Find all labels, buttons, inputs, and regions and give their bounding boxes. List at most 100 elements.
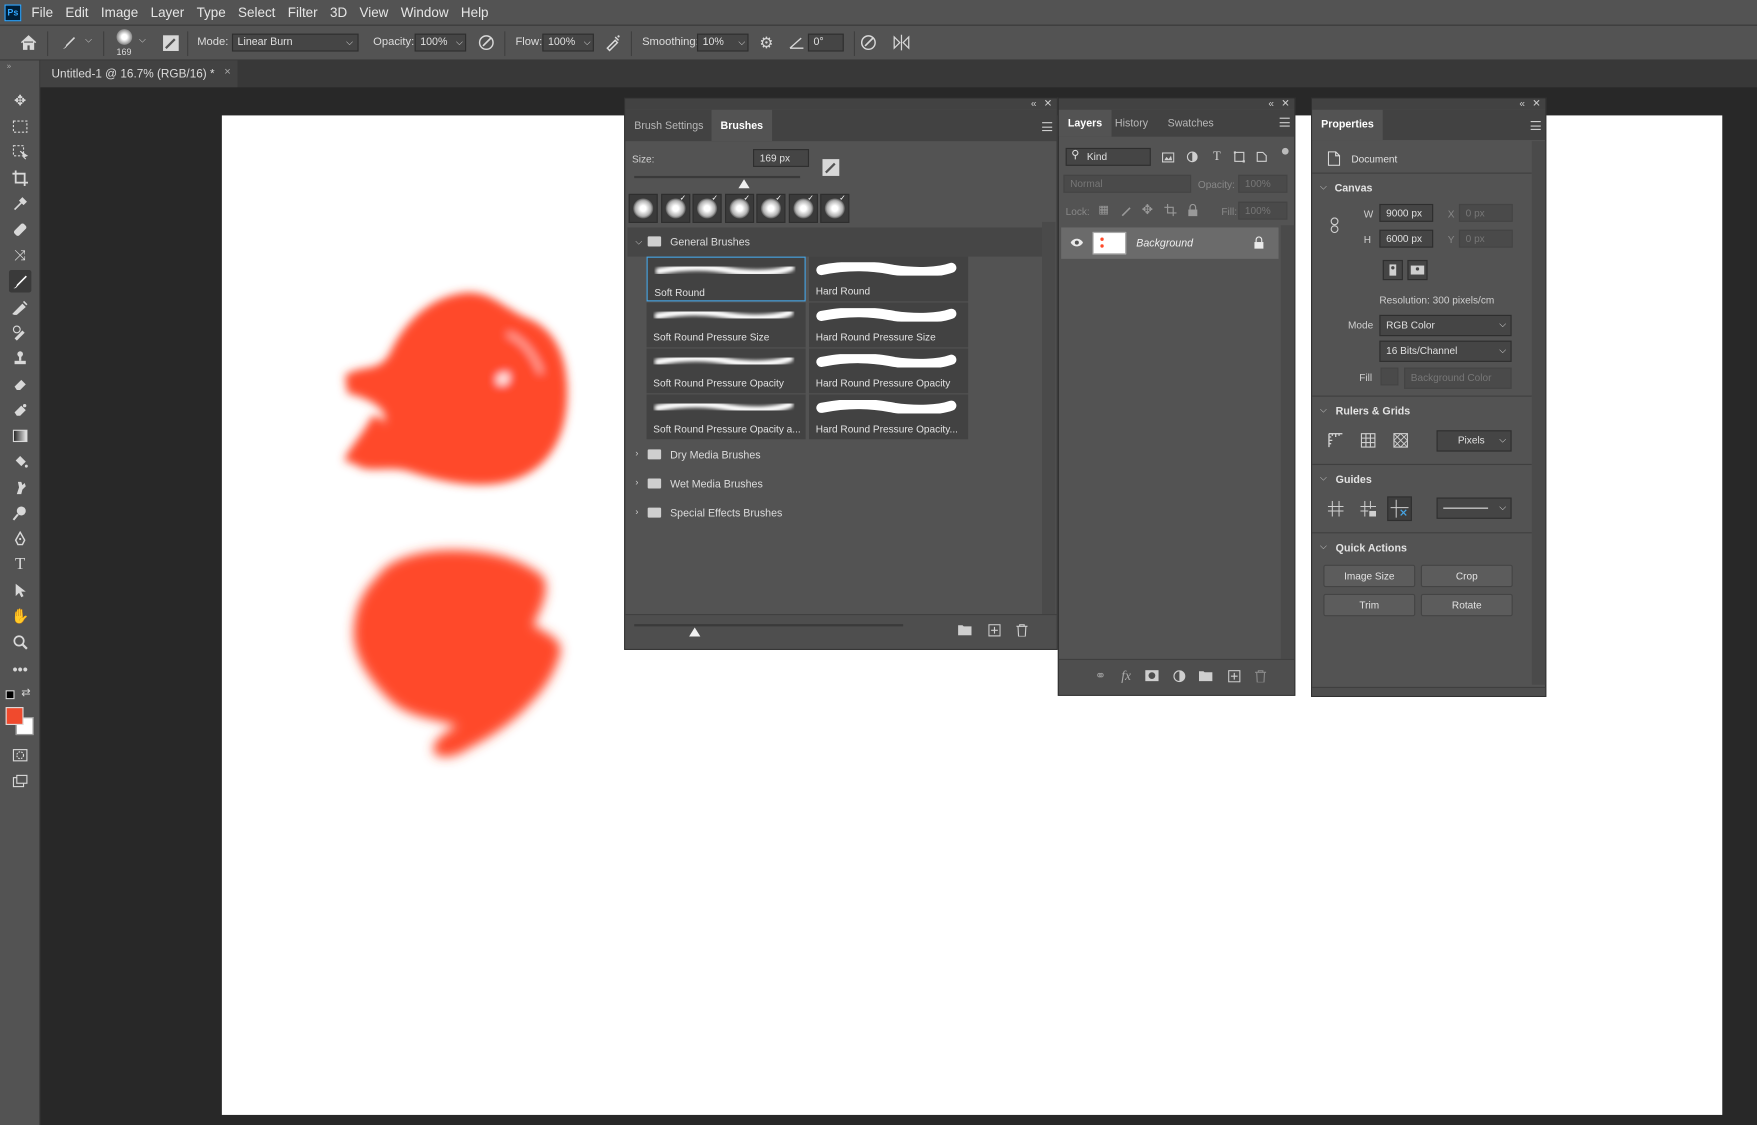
- move-tool-icon[interactable]: ✥: [9, 90, 31, 112]
- new-group-icon[interactable]: [955, 620, 975, 640]
- filter-adjustment-icon[interactable]: [1182, 147, 1202, 167]
- close-icon[interactable]: ✕: [1281, 97, 1289, 109]
- recent-brush-preset[interactable]: ✓: [756, 193, 786, 223]
- brush-group-dry-media[interactable]: › Dry Media Brushes: [628, 441, 1040, 469]
- collapse-panel-icon[interactable]: «: [1031, 97, 1037, 108]
- chevron-down-icon[interactable]: ⌵: [1320, 182, 1327, 193]
- collapse-panel-icon[interactable]: «: [1268, 97, 1274, 108]
- gradient-tool-icon[interactable]: [9, 425, 31, 447]
- eraser-tool-icon[interactable]: [9, 373, 31, 395]
- brush-preset-item[interactable]: Soft Round Pressure Opacity a...: [646, 394, 806, 440]
- tab-brushes[interactable]: Brushes: [711, 109, 773, 142]
- layer-fill-input[interactable]: 100%: [1238, 201, 1288, 220]
- recent-brush-preset[interactable]: [628, 193, 658, 223]
- smudge-tool-icon[interactable]: [9, 476, 31, 498]
- portrait-orientation-icon[interactable]: [1382, 259, 1403, 281]
- menu-image[interactable]: Image: [101, 4, 138, 20]
- size-slider-handle[interactable]: [738, 179, 750, 189]
- trim-button[interactable]: Trim: [1323, 593, 1416, 617]
- menu-edit[interactable]: Edit: [65, 4, 88, 20]
- chevron-down-icon[interactable]: ⌵: [85, 35, 92, 46]
- menu-select[interactable]: Select: [238, 4, 275, 20]
- pressure-size-icon[interactable]: [858, 32, 878, 52]
- filter-toggle-icon[interactable]: [1281, 147, 1289, 155]
- chevron-down-icon[interactable]: ⌵: [1320, 473, 1327, 484]
- rotate-button[interactable]: Rotate: [1420, 593, 1513, 617]
- filter-smart-object-icon[interactable]: [1252, 147, 1272, 167]
- eyedropper-tool-icon[interactable]: [9, 193, 31, 215]
- fill-color-swatch[interactable]: [1380, 367, 1399, 386]
- menu-layer[interactable]: Layer: [151, 4, 185, 20]
- height-input[interactable]: 6000 px: [1379, 229, 1434, 248]
- guides-icon[interactable]: [1326, 499, 1346, 519]
- panel-menu-icon[interactable]: [1279, 117, 1290, 127]
- preview-size-handle[interactable]: [689, 627, 701, 637]
- menu-view[interactable]: View: [359, 4, 388, 20]
- dodge-tool-icon[interactable]: [9, 502, 31, 524]
- fx-icon[interactable]: fx: [1116, 666, 1136, 686]
- foreground-color-swatch[interactable]: [5, 707, 24, 725]
- close-icon[interactable]: ✕: [1532, 97, 1540, 109]
- blend-mode-select[interactable]: Normal: [1063, 174, 1192, 193]
- healing-brush-tool-icon[interactable]: [9, 219, 31, 241]
- ruler-icon[interactable]: [1326, 430, 1346, 450]
- lock-pixels-icon[interactable]: [1116, 199, 1136, 219]
- symmetry-icon[interactable]: [891, 32, 911, 52]
- brush-group-general[interactable]: ⌵ General Brushes: [628, 229, 1040, 257]
- recent-brush-preset[interactable]: ✓: [724, 193, 754, 223]
- panel-menu-icon[interactable]: [1530, 121, 1541, 130]
- lock-transparent-icon[interactable]: ▦: [1094, 199, 1114, 219]
- guide-style-select[interactable]: ⌵: [1436, 497, 1512, 519]
- preview-size-slider[interactable]: [634, 624, 904, 627]
- eye-icon[interactable]: [1070, 238, 1084, 251]
- flow-input[interactable]: 100% ⌵: [542, 33, 594, 52]
- chevron-down-icon[interactable]: ⌵: [1320, 541, 1327, 552]
- recent-brush-preset[interactable]: ✓: [820, 193, 850, 223]
- brushes-scrollbar[interactable]: [1042, 221, 1056, 615]
- size-input[interactable]: 169 px: [753, 149, 810, 167]
- paint-bucket-tool-icon[interactable]: [9, 450, 31, 472]
- collapse-icon[interactable]: »: [7, 63, 11, 71]
- layers-scrollbar[interactable]: [1280, 225, 1295, 659]
- properties-scrollbar[interactable]: [1531, 141, 1546, 685]
- lock-artboard-icon[interactable]: [1160, 199, 1180, 219]
- lock-guides-icon[interactable]: [1358, 499, 1378, 519]
- size-slider-track[interactable]: [634, 175, 801, 179]
- brush-preset-item[interactable]: Hard Round Pressure Size: [809, 302, 969, 348]
- object-selection-tool-icon[interactable]: [9, 141, 31, 163]
- more-tools-icon[interactable]: •••: [9, 658, 31, 680]
- screen-mode-icon[interactable]: [9, 770, 31, 792]
- layer-row-background[interactable]: Background: [1061, 227, 1279, 259]
- filter-kind-select[interactable]: ⚲ Kind: [1065, 147, 1151, 166]
- chevron-down-icon[interactable]: ⌵: [1320, 405, 1327, 416]
- create-brush-icon[interactable]: [822, 159, 840, 176]
- brush-tool-preset-icon[interactable]: [58, 32, 78, 52]
- tab-history[interactable]: History: [1106, 110, 1157, 137]
- close-icon[interactable]: ×: [224, 66, 231, 78]
- chevron-down-icon[interactable]: ⌵: [139, 35, 146, 46]
- tab-brush-settings[interactable]: Brush Settings: [625, 110, 712, 141]
- link-dimensions-icon[interactable]: [1324, 215, 1344, 235]
- color-mode-select[interactable]: RGB Color ⌵: [1379, 314, 1512, 337]
- panel-menu-icon[interactable]: [1042, 122, 1053, 132]
- layer-opacity-input[interactable]: 100%: [1238, 174, 1288, 193]
- default-colors-icon[interactable]: [5, 690, 15, 700]
- pen-tool-icon[interactable]: [9, 528, 31, 550]
- menu-3d[interactable]: 3D: [330, 4, 347, 20]
- tab-properties[interactable]: Properties: [1312, 109, 1383, 141]
- collapse-panel-icon[interactable]: «: [1519, 97, 1525, 108]
- filter-pixel-icon[interactable]: [1158, 147, 1178, 167]
- crop-button[interactable]: Crop: [1420, 564, 1513, 588]
- brush-settings-toggle-icon[interactable]: [160, 32, 180, 52]
- brush-preset-item[interactable]: Soft Round: [646, 256, 806, 302]
- menu-type[interactable]: Type: [197, 4, 226, 20]
- hand-tool-icon[interactable]: ✋: [9, 605, 31, 627]
- image-size-button[interactable]: Image Size: [1323, 564, 1416, 588]
- marquee-tool-icon[interactable]: [9, 115, 31, 137]
- tab-swatches[interactable]: Swatches: [1159, 110, 1223, 137]
- background-eraser-tool-icon[interactable]: [9, 399, 31, 421]
- fill-select[interactable]: Background Color: [1404, 367, 1512, 389]
- brush-preset-item[interactable]: Hard Round Pressure Opacity: [809, 348, 969, 394]
- menu-help[interactable]: Help: [461, 4, 489, 20]
- type-tool-icon[interactable]: T: [9, 554, 31, 576]
